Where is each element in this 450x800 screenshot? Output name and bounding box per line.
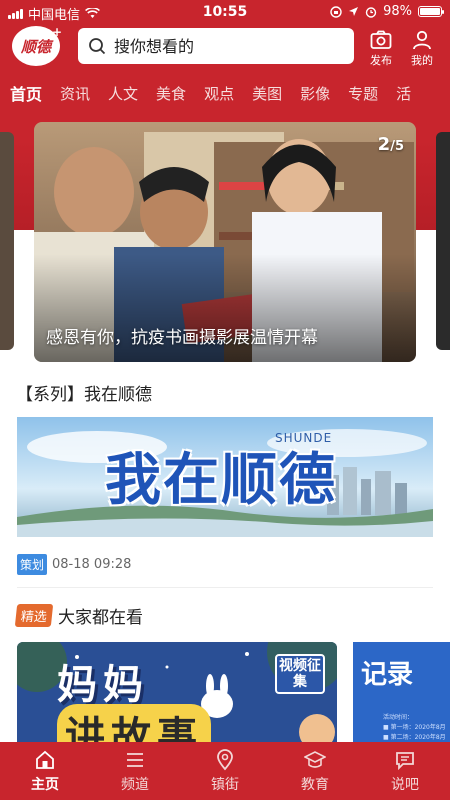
search-input[interactable] (114, 36, 334, 56)
tab-food[interactable]: 美食 (156, 83, 186, 104)
logo-plus-icon: + (51, 25, 62, 39)
battery-percent: 98% (383, 4, 412, 19)
pager-total: /5 (390, 139, 404, 154)
location-icon (217, 748, 233, 770)
video-collection-tag: 视频征集 (275, 654, 325, 694)
featured-header: 精选 大家都在看 (14, 603, 144, 628)
plan-badge: 策划 (17, 554, 48, 575)
location-arrow-icon (349, 7, 359, 16)
nav-education-label: 教育 (301, 776, 329, 793)
nav-channels[interactable]: 频道 (90, 742, 180, 800)
tab-topics[interactable]: 专题 (348, 83, 378, 104)
tab-home[interactable]: 首页 (10, 81, 42, 105)
alarm-icon (365, 6, 377, 18)
featured-card-story[interactable]: 妈妈 讲故事 视频征集 (17, 642, 337, 742)
card2-line3: ■ 第二场：2020年8月 (383, 734, 446, 741)
series-meta: 策划 08-18 09:28 (17, 554, 131, 575)
mine-button[interactable]: 我的 (405, 30, 439, 68)
camera-icon (370, 30, 392, 49)
nav-home[interactable]: 主页 (0, 742, 90, 800)
search-box[interactable] (78, 28, 354, 64)
card-title-line1: 妈妈 (57, 662, 149, 708)
chat-icon (396, 751, 414, 770)
card2-title: 记录 (361, 660, 414, 690)
series-datetime: 08-18 09:28 (52, 557, 132, 572)
series-banner[interactable]: SHUNDE 我在顺德 (17, 417, 433, 537)
nav-education[interactable]: 教育 (270, 742, 360, 800)
carousel-next-slide[interactable] (436, 132, 450, 350)
home-icon (36, 750, 54, 769)
card-title-line2: 讲故事 (57, 704, 211, 742)
battery-icon (418, 6, 444, 17)
featured-tag: 精选 (14, 604, 54, 627)
nav-talk[interactable]: 说吧 (360, 742, 450, 800)
nav-home-label: 主页 (31, 776, 59, 793)
publish-button[interactable]: 发布 (364, 30, 398, 68)
app-logo[interactable]: 顺德 + (12, 25, 62, 66)
nav-towns-label: 镇街 (211, 776, 239, 793)
featured-card-record[interactable]: 记录 活动时间： ■ 第一场：2020年8月 ■ 第二场：2020年8月 (353, 642, 450, 742)
bottom-nav: 主页 频道 镇街 教育 说吧 (0, 742, 450, 800)
section-divider (17, 587, 433, 588)
status-right: 98% (330, 4, 444, 19)
tab-news[interactable]: 资讯 (60, 83, 90, 104)
nav-towns[interactable]: 镇街 (180, 742, 270, 800)
nav-channels-label: 频道 (121, 776, 149, 793)
channel-tabs: 首页 资讯 人文 美食 观点 美图 影像 专题 活 (0, 78, 450, 108)
tab-video[interactable]: 影像 (300, 83, 330, 104)
nav-talk-label: 说吧 (391, 776, 419, 793)
series-title[interactable]: 【系列】我在顺德 (16, 380, 152, 405)
carousel-caption: 感恩有你，抗疫书画摄影展温情开幕 (46, 328, 318, 348)
featured-title: 大家都在看 (58, 608, 144, 628)
graduation-icon (304, 750, 326, 768)
tab-more[interactable]: 活 (396, 83, 411, 104)
mine-label: 我的 (411, 54, 433, 67)
search-icon (89, 38, 106, 55)
tab-culture[interactable]: 人文 (108, 83, 138, 104)
tab-photos[interactable]: 美图 (252, 83, 282, 104)
logo-text: 顺德 (20, 37, 51, 56)
banner-title: 我在顺德 (105, 448, 337, 513)
rotation-lock-icon (330, 5, 342, 18)
card2-line2: ■ 第一场：2020年8月 (383, 724, 446, 731)
carousel-slide[interactable]: 2/5 感恩有你，抗疫书画摄影展温情开幕 (34, 122, 416, 362)
tab-opinion[interactable]: 观点 (204, 83, 234, 104)
status-bar: 中国电信 10:55 98% (0, 0, 450, 24)
pager-current: 2 (377, 134, 391, 155)
carousel-pager: 2/5 (378, 134, 404, 155)
publish-label: 发布 (370, 54, 392, 67)
list-icon (127, 752, 143, 767)
user-icon (413, 30, 431, 50)
card2-line1: 活动时间： (383, 714, 414, 721)
carousel-prev-slide[interactable] (0, 132, 14, 350)
